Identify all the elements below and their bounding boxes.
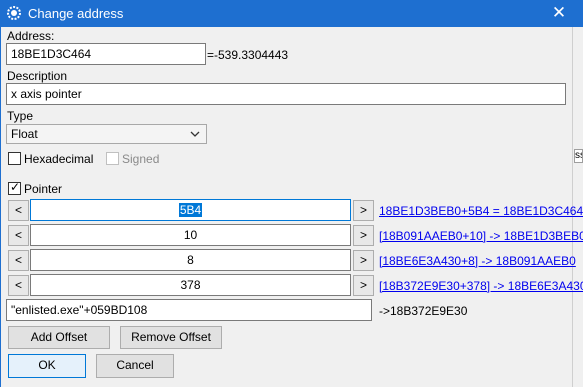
offset-value: 8 bbox=[187, 253, 194, 267]
offset-address-link[interactable]: [18B091AAEB0+10] -> 18BE1D3BEB0 bbox=[379, 229, 583, 243]
window-title: Change address bbox=[28, 6, 124, 21]
base-address-result: ->18B372E9E30 bbox=[379, 304, 468, 318]
offset-address-link[interactable]: [18B372E9E30+378] -> 18BE6E3A430 bbox=[379, 279, 583, 293]
offset-increment-button[interactable]: > bbox=[353, 200, 374, 221]
offset-value: 378 bbox=[180, 278, 201, 292]
hexadecimal-label: Hexadecimal bbox=[24, 152, 94, 166]
offset-decrement-button[interactable]: < bbox=[8, 250, 29, 271]
offset-increment-button[interactable]: > bbox=[353, 225, 374, 246]
description-label: Description bbox=[7, 69, 68, 83]
offset-address-link[interactable]: 18BE1D3BEB0+5B4 = 18BE1D3C464 bbox=[379, 204, 583, 218]
offset-decrement-button[interactable]: < bbox=[8, 225, 29, 246]
description-input[interactable]: x axis pointer bbox=[6, 83, 566, 105]
offset-input[interactable]: 8 bbox=[30, 249, 351, 271]
close-icon[interactable]: ✕ bbox=[548, 2, 570, 24]
offset-input[interactable]: 5B4 bbox=[30, 199, 351, 221]
chevron-down-icon bbox=[190, 125, 200, 150]
offset-value: 5B4 bbox=[178, 203, 203, 217]
add-offset-button[interactable]: Add Offset bbox=[8, 326, 110, 349]
address-label: Address: bbox=[7, 29, 55, 43]
ok-button[interactable]: OK bbox=[8, 354, 86, 378]
offset-value: 10 bbox=[183, 228, 198, 242]
offset-address-link[interactable]: [18BE6E3A430+8] -> 18B091AAEB0 bbox=[379, 254, 576, 268]
cancel-button[interactable]: Cancel bbox=[96, 354, 174, 378]
offset-decrement-button[interactable]: < bbox=[8, 200, 29, 221]
background-window-text: ss bbox=[574, 149, 583, 163]
offset-increment-button[interactable]: > bbox=[353, 275, 374, 296]
signed-label: Signed bbox=[122, 152, 160, 166]
type-selected-value: Float bbox=[11, 127, 38, 141]
pointer-checkbox[interactable]: ✓ bbox=[8, 180, 21, 195]
offset-decrement-button[interactable]: < bbox=[8, 275, 29, 296]
remove-offset-button[interactable]: Remove Offset bbox=[120, 326, 222, 349]
address-input[interactable]: 18BE1D3C464 bbox=[6, 43, 206, 65]
pointer-label: Pointer bbox=[24, 182, 63, 196]
cheat-engine-gear-icon bbox=[7, 6, 21, 20]
type-label: Type bbox=[7, 109, 34, 123]
base-address-input[interactable]: "enlisted.exe"+059BD108 bbox=[6, 299, 372, 321]
checkmark-icon: ✓ bbox=[10, 180, 21, 194]
offset-increment-button[interactable]: > bbox=[353, 250, 374, 271]
hexadecimal-checkbox[interactable] bbox=[8, 152, 21, 165]
type-select[interactable]: Float bbox=[6, 124, 207, 144]
offset-input[interactable]: 10 bbox=[30, 224, 351, 246]
offset-input[interactable]: 378 bbox=[30, 274, 351, 296]
signed-checkbox[interactable] bbox=[106, 152, 119, 165]
address-value-readout: =-539.3304443 bbox=[207, 48, 289, 62]
